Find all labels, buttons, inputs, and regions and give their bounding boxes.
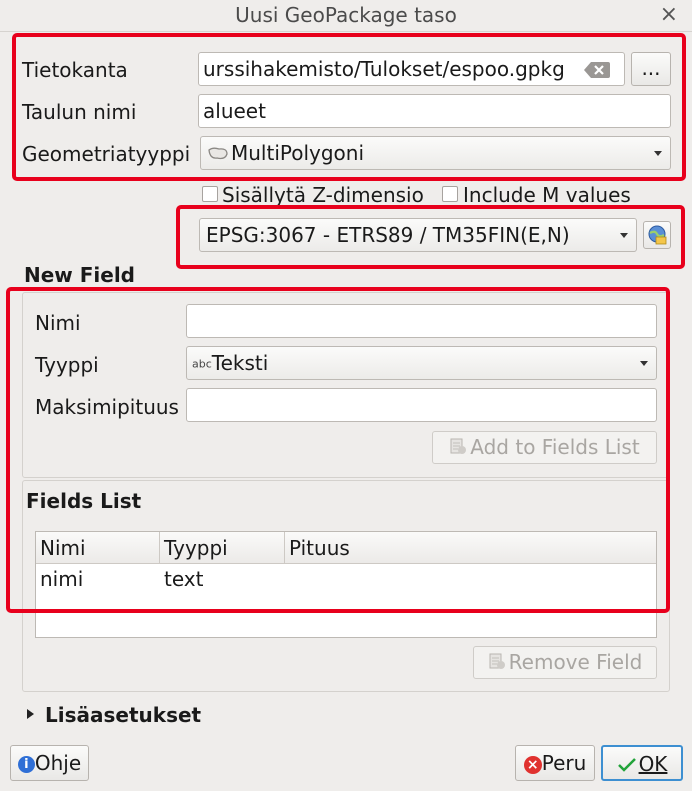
add-to-fields-button[interactable]: Add to Fields List [432, 431, 657, 464]
geometry-type-select[interactable]: MultiPolygoni [200, 136, 671, 170]
column-header-length[interactable]: Pituus [285, 532, 656, 564]
new-field-heading: New Field [24, 263, 135, 287]
chevron-down-icon [654, 151, 662, 156]
field-name-input[interactable] [186, 304, 657, 338]
crs-select[interactable]: EPSG:3067 - ETRS89 / TM35FIN(E,N) [199, 218, 637, 252]
field-type-select[interactable]: abcTeksti [186, 346, 657, 380]
add-field-icon [449, 433, 467, 464]
table-row[interactable]: nimi text [36, 565, 656, 593]
database-label: Tietokanta [22, 58, 128, 82]
help-button[interactable]: i Ohje [10, 745, 89, 781]
field-type-label: Tyyppi [35, 353, 99, 377]
window-titlebar: Uusi GeoPackage taso [0, 0, 692, 32]
geometry-type-label: Geometriatyyppi [22, 142, 191, 166]
table-name-label: Taulun nimi [22, 100, 137, 124]
field-type-value: Teksti [211, 351, 269, 375]
remove-field-label: Remove Field [508, 650, 643, 674]
max-length-label: Maksimipituus [35, 395, 179, 419]
remove-field-icon [488, 648, 506, 679]
fields-table[interactable]: Nimi Tyyppi Pituus nimi text [35, 531, 657, 638]
fields-table-header: Nimi Tyyppi Pituus [36, 532, 656, 564]
polygon-icon [207, 139, 229, 170]
column-header-name[interactable]: Nimi [36, 532, 160, 564]
expand-arrow-icon[interactable] [27, 709, 34, 719]
crs-select-icon[interactable] [643, 221, 671, 249]
cancel-label: Peru [541, 751, 587, 775]
ok-label: OK [638, 752, 668, 776]
advanced-options-toggle[interactable]: Lisäasetukset [45, 703, 201, 727]
database-path-field[interactable]: urssihakemisto/Tulokset/espoo.gpkg [198, 52, 625, 86]
window-title: Uusi GeoPackage taso [235, 3, 457, 27]
cancel-icon: × [523, 755, 542, 774]
geometry-type-value: MultiPolygoni [231, 141, 365, 165]
checkmark-icon [617, 749, 637, 783]
table-name-value: alueet [203, 99, 266, 123]
close-icon[interactable]: × [660, 2, 678, 27]
fields-list-heading: Fields List [26, 489, 142, 513]
column-header-type[interactable]: Tyyppi [160, 532, 285, 564]
chevron-down-icon [620, 233, 628, 238]
database-path-text: urssihakemisto/Tulokset/espoo.gpkg [203, 57, 565, 81]
include-m-checkbox[interactable] [442, 186, 458, 202]
text-type-icon: abc [192, 357, 212, 371]
clear-field-icon[interactable] [584, 60, 610, 78]
chevron-down-icon [640, 361, 648, 366]
max-length-input[interactable] [186, 388, 657, 422]
include-m-label: Include M values [463, 183, 631, 207]
cancel-button[interactable]: × Peru [515, 745, 595, 781]
table-name-input[interactable]: alueet [198, 94, 671, 128]
row-name-cell: nimi [40, 567, 84, 591]
row-type-cell: text [164, 567, 204, 591]
info-icon: i [17, 756, 35, 773]
ok-button[interactable]: OK [601, 745, 683, 781]
add-to-fields-label: Add to Fields List [470, 435, 640, 459]
remove-field-button[interactable]: Remove Field [473, 646, 657, 679]
field-name-label: Nimi [35, 311, 81, 335]
crs-value: EPSG:3067 - ETRS89 / TM35FIN(E,N) [206, 223, 570, 247]
browse-button[interactable]: ... [631, 52, 671, 86]
include-z-label: Sisällytä Z-dimensio [222, 183, 424, 207]
include-z-checkbox[interactable] [202, 186, 218, 202]
help-label: Ohje [34, 751, 82, 775]
